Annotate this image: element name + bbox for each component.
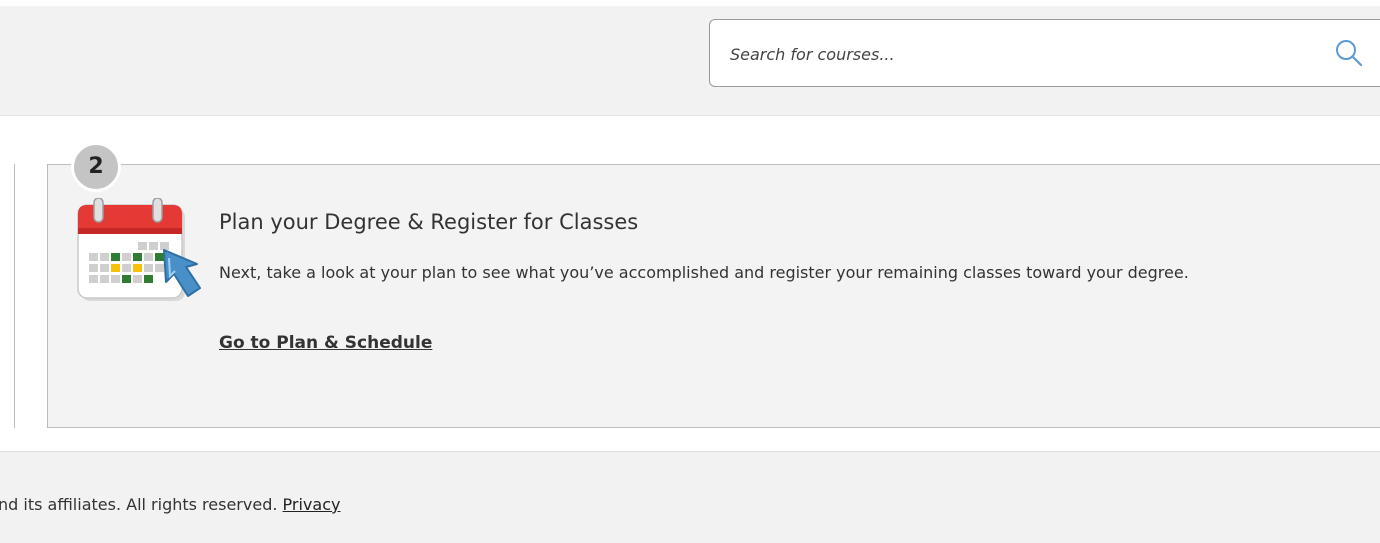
search-input[interactable] [728,20,1312,88]
step-title: Plan your Degree & Register for Classes [219,210,639,234]
search-box[interactable] [709,19,1380,88]
step-description: Next, take a look at your plan to see wh… [219,263,1189,282]
page-root: 2 [0,0,1380,543]
previous-step-card-edge [0,164,15,428]
plan-schedule-link[interactable]: Go to Plan & Schedule [219,333,432,353]
step-card [47,164,1380,428]
header-bar [0,6,1380,116]
footer-bar: nd its affiliates. All rights reserved. … [0,451,1380,543]
privacy-link[interactable]: Privacy [283,495,341,514]
footer-copyright: nd its affiliates. All rights reserved. … [0,495,340,514]
search-icon[interactable] [1334,38,1364,68]
step-number-badge: 2 [71,142,121,192]
calendar-icon [77,198,201,301]
copyright-text: nd its affiliates. All rights reserved. [0,495,278,514]
